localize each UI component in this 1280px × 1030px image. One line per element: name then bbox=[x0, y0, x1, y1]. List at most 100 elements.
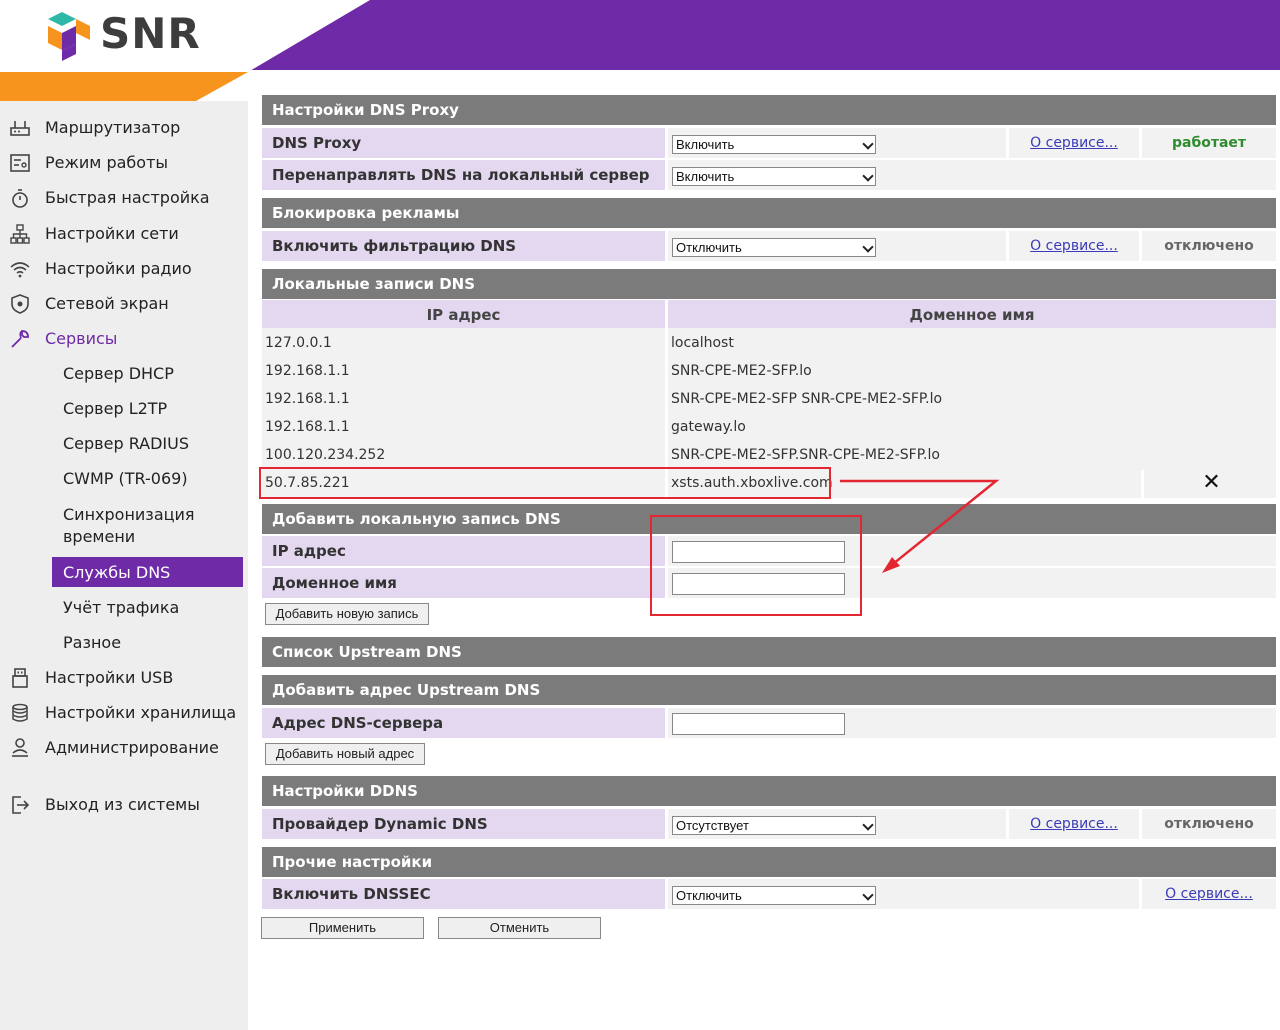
sidebar-item-label: Сервисы bbox=[45, 329, 118, 348]
wifi-icon bbox=[10, 262, 30, 278]
usb-icon bbox=[12, 668, 28, 688]
dns-proxy-label: DNS Proxy bbox=[262, 128, 665, 158]
sidebar-item-firewall[interactable]: Сетевой экран bbox=[0, 286, 248, 321]
sidebar-item-usb[interactable]: Настройки USB bbox=[0, 660, 248, 695]
dns-proxy-status: работает bbox=[1142, 128, 1276, 158]
table-cell-ip: 192.168.1.1 bbox=[262, 384, 665, 414]
section-title-other: Прочие настройки bbox=[262, 847, 1276, 877]
upstream-server-value-cell bbox=[668, 708, 1276, 738]
sidebar-item-traffic-accounting[interactable]: Учёт трафика bbox=[0, 590, 248, 625]
table-cell-ip: 192.168.1.1 bbox=[262, 356, 665, 386]
sidebar-item-logout[interactable]: Выход из системы bbox=[0, 787, 248, 822]
sidebar-item-label: Учёт трафика bbox=[63, 598, 180, 617]
shield-icon bbox=[11, 294, 29, 314]
sidebar-item-label: Сервер RADIUS bbox=[63, 434, 190, 453]
table-cell-domain: SNR-CPE-ME2-SFP SNR-CPE-ME2-SFP.lo bbox=[668, 384, 1276, 414]
sidebar-item-radio[interactable]: Настройки радио bbox=[0, 251, 248, 286]
ddns-about-link[interactable]: О сервисе... bbox=[1009, 809, 1139, 839]
sidebar-item-l2tp-server[interactable]: Сервер L2TP bbox=[0, 391, 248, 426]
delete-record-icon[interactable]: ✕ bbox=[1144, 468, 1276, 498]
dns-proxy-value-cell: Включить bbox=[668, 128, 1006, 158]
upstream-server-label: Адрес DNS-сервера bbox=[262, 708, 665, 738]
dns-filter-select[interactable]: Отключить bbox=[672, 238, 876, 257]
dns-filter-row: Включить фильтрацию DNS Отключить О серв… bbox=[262, 231, 1276, 261]
dnssec-label: Включить DNSSEC bbox=[262, 879, 665, 909]
ddns-provider-select[interactable]: Отсутствует bbox=[672, 816, 876, 835]
sidebar-item-label: Администрирование bbox=[45, 738, 219, 757]
sidebar-item-label: Режим работы bbox=[45, 153, 169, 172]
mode-icon bbox=[10, 154, 30, 172]
sidebar-item-cwmp[interactable]: CWMP (TR-069) bbox=[0, 461, 248, 496]
dns-redirect-label: Перенаправлять DNS на локальный сервер bbox=[262, 160, 665, 190]
sidebar-item-radius-server[interactable]: Сервер RADIUS bbox=[0, 426, 248, 461]
sidebar-item-label: Настройки хранилища bbox=[45, 703, 237, 722]
local-dns-header-row: IP адрес Доменное имя bbox=[262, 300, 1276, 330]
dnssec-about-link[interactable]: О сервисе... bbox=[1142, 879, 1276, 909]
upstream-server-row: Адрес DNS-сервера bbox=[262, 708, 1276, 738]
page: SNR Маршрутизатор Режим работы Быстрая н… bbox=[0, 0, 1280, 1030]
table-cell-ip: 100.120.234.252 bbox=[262, 440, 665, 470]
stopwatch-icon bbox=[12, 189, 28, 208]
sidebar-item-label: Сетевой экран bbox=[45, 294, 169, 313]
sidebar-item-label: Синхронизация времени bbox=[63, 505, 195, 546]
sidebar-item-services[interactable]: Сервисы bbox=[0, 321, 248, 356]
dnssec-value-cell: Отключить bbox=[668, 879, 1139, 909]
header-accent-stripe bbox=[0, 72, 248, 101]
sidebar-item-network[interactable]: Настройки сети bbox=[0, 216, 248, 251]
table-row: 100.120.234.252 SNR-CPE-ME2-SFP.SNR-CPE-… bbox=[262, 440, 1276, 470]
brand-name: SNR bbox=[100, 9, 201, 58]
ddns-status: отключено bbox=[1142, 809, 1276, 839]
sidebar-item-time-sync[interactable]: Синхронизация времени bbox=[0, 504, 248, 548]
sidebar-item-router[interactable]: Маршрутизатор bbox=[0, 110, 248, 145]
add-record-button[interactable]: Добавить новую запись bbox=[265, 603, 429, 625]
ddns-provider-row: Провайдер Dynamic DNS Отсутствует О серв… bbox=[262, 809, 1276, 839]
sidebar-item-label: Настройки сети bbox=[45, 224, 179, 243]
dnssec-select[interactable]: Отключить bbox=[672, 886, 876, 905]
section-title-dns-proxy: Настройки DNS Proxy bbox=[262, 95, 1276, 125]
sidebar-item-label: CWMP (TR-069) bbox=[63, 469, 188, 488]
dns-proxy-select[interactable]: Включить bbox=[672, 135, 876, 154]
dns-proxy-row: DNS Proxy Включить О сервисе... работает bbox=[262, 128, 1276, 158]
dns-filter-about-link[interactable]: О сервисе... bbox=[1009, 231, 1139, 261]
sidebar-item-storage[interactable]: Настройки хранилища bbox=[0, 695, 248, 730]
dns-filter-status: отключено bbox=[1142, 231, 1276, 261]
dns-redirect-select[interactable]: Включить bbox=[672, 167, 876, 186]
sidebar-item-label: Быстрая настройка bbox=[45, 188, 210, 207]
add-ip-label: IP адрес bbox=[262, 536, 665, 566]
sidebar-item-misc[interactable]: Разное bbox=[0, 625, 248, 660]
cancel-button[interactable]: Отменить bbox=[438, 917, 601, 939]
sidebar-item-dns-services[interactable]: Службы DNS bbox=[52, 557, 243, 587]
sidebar-item-label: Сервер L2TP bbox=[63, 399, 168, 418]
dns-filter-value-cell: Отключить bbox=[668, 231, 1006, 261]
dns-redirect-row: Перенаправлять DNS на локальный сервер В… bbox=[262, 160, 1276, 190]
network-icon bbox=[10, 224, 30, 244]
logout-icon bbox=[12, 796, 30, 814]
table-cell-domain: gateway.lo bbox=[668, 412, 1276, 442]
sidebar-item-administration[interactable]: Администрирование bbox=[0, 730, 248, 765]
ddns-provider-label: Провайдер Dynamic DNS bbox=[262, 809, 665, 839]
apply-button[interactable]: Применить bbox=[261, 917, 424, 939]
table-cell-domain: SNR-CPE-ME2-SFP.SNR-CPE-ME2-SFP.lo bbox=[668, 440, 1276, 470]
dns-proxy-about-link[interactable]: О сервисе... bbox=[1009, 128, 1139, 158]
dns-filter-label: Включить фильтрацию DNS bbox=[262, 231, 665, 261]
sidebar-item-label: Разное bbox=[63, 633, 122, 652]
wrench-icon bbox=[11, 330, 29, 348]
table-cell-domain: SNR-CPE-ME2-SFP.lo bbox=[668, 356, 1276, 386]
dns-server-input[interactable] bbox=[672, 713, 845, 735]
storage-icon bbox=[12, 703, 28, 722]
sidebar-item-quick-setup[interactable]: Быстрая настройка bbox=[0, 180, 248, 215]
table-cell-domain: localhost bbox=[668, 328, 1276, 358]
sidebar-item-mode[interactable]: Режим работы bbox=[0, 145, 248, 180]
sidebar-item-label: Настройки радио bbox=[45, 259, 192, 278]
sidebar-item-label: Сервер DHCP bbox=[63, 364, 174, 383]
sidebar-item-dhcp-server[interactable]: Сервер DHCP bbox=[0, 356, 248, 391]
section-title-local-dns: Локальные записи DNS bbox=[262, 269, 1276, 299]
section-title-adblock: Блокировка рекламы bbox=[262, 198, 1276, 228]
table-cell-ip: 127.0.0.1 bbox=[262, 328, 665, 358]
table-row: 192.168.1.1 gateway.lo bbox=[262, 412, 1276, 442]
ddns-provider-value-cell: Отсутствует bbox=[668, 809, 1006, 839]
highlight-box-record bbox=[259, 467, 831, 499]
sidebar-item-label: Настройки USB bbox=[45, 668, 174, 687]
table-row: 127.0.0.1 localhost bbox=[262, 328, 1276, 358]
add-upstream-button[interactable]: Добавить новый адрес bbox=[265, 743, 425, 765]
